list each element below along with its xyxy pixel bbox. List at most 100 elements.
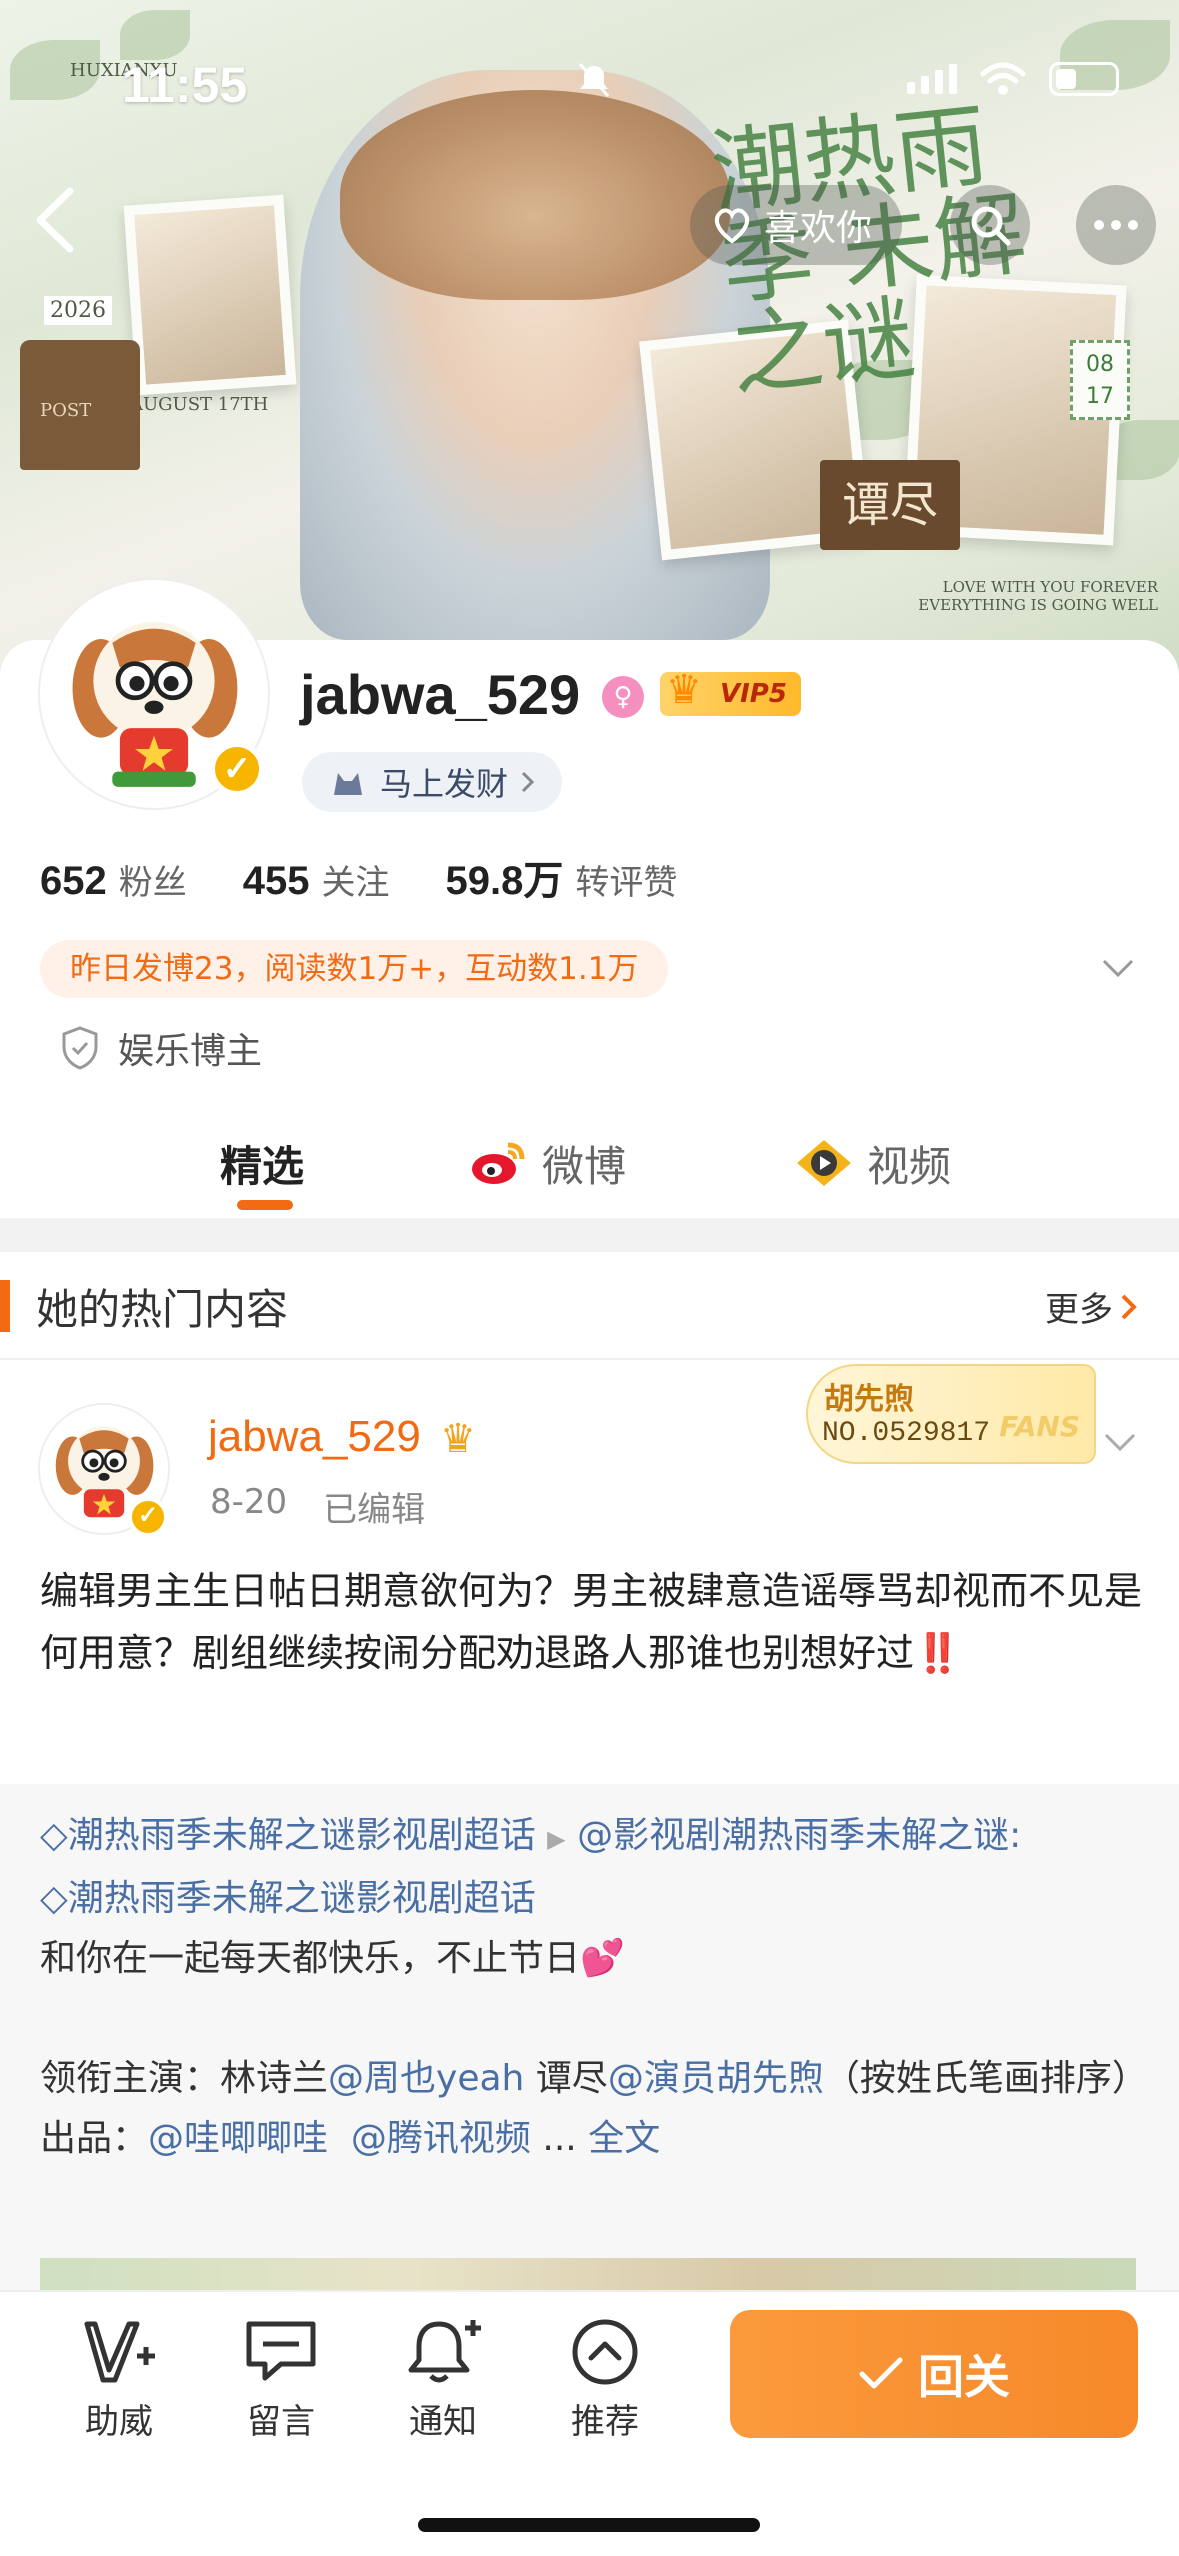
mention-colon: : [1009,1815,1022,1856]
verified-badge-icon: ✓ [210,742,264,796]
follow-back-button[interactable]: 回关 [730,2310,1138,2438]
wifi-icon [980,62,1026,95]
post-text: 编辑男主生日帖日期意欲何为？男主被肆意造谣辱骂却视而不见是何用意？剧组继续按闹分… [40,1569,1143,1675]
video-play-icon [797,1140,851,1186]
post-meta: 8-20 已编辑 [210,1482,425,1531]
battery-icon [1049,62,1119,96]
section-accent-bar [0,1280,10,1332]
cast-mid: 谭尽 [524,2058,608,2099]
super-topic-link[interactable]: 潮热雨季未解之谜影视剧超话 [68,1878,536,1919]
more-options-button[interactable] [1076,185,1156,265]
cat-icon [334,773,362,795]
ellipsis: ... [542,2118,577,2159]
mention-link[interactable]: @演员胡先煦 [608,2058,824,2099]
checkmark-icon [859,2357,903,2389]
active-tab-indicator [237,1200,293,1210]
stat-followers[interactable]: 652 粉丝 [40,855,187,904]
repost-block[interactable]: ◇潮热雨季未解之谜影视剧超话 ▶ @影视剧潮热雨季未解之谜: ◇潮热雨季未解之谜… [0,1784,1179,2294]
post-date: 8-20 [210,1482,288,1522]
post-edited: 已编辑 [323,1490,426,1530]
chevron-up-circle-icon [572,2319,638,2385]
super-topic-icon: ◇ [40,1815,68,1856]
double-exclamation-icon: ‼️ [914,1631,962,1675]
cover-date: AUGUST 17TH [130,394,269,415]
super-topic-link[interactable]: 潮热雨季未解之谜影视剧超话 [68,1815,536,1856]
ellipsis-icon [1094,220,1138,230]
yesterday-summary[interactable]: 昨日发博23，阅读数1万+，互动数1.1万 [40,940,669,998]
follow-back-label: 回关 [918,2350,1010,2404]
cover-year: 2026 [44,296,112,325]
comment-button[interactable]: 留言 [216,2316,346,2443]
tab-video[interactable]: 视频 [795,1110,951,1216]
post-menu-chevron-icon[interactable] [1100,1422,1140,1462]
back-arrow-icon [36,187,74,253]
profile-tag-label: 马上发财 [380,765,509,803]
hot-content-title: 她的热门内容 [36,1285,289,1334]
more-link[interactable]: 更多 [1045,1282,1139,1331]
mention-link[interactable]: @周也yeah [328,2058,524,2099]
full-text-link[interactable]: 全文 [588,2118,660,2159]
repost-line: 和你在一起每天都快乐，不止节日 [40,1938,581,1979]
cover-tagline: LOVE WITH YOU FOREVER EVERYTHING IS GOIN… [918,578,1158,614]
crown-badge-icon: ♛ [440,1416,476,1462]
verified-badge-icon: ✓ [128,1497,168,1537]
repost-body: ◇潮热雨季未解之谜影视剧超话 ▶ @影视剧潮热雨季未解之谜: ◇潮热雨季未解之谜… [40,1806,1150,2169]
like-you-button[interactable]: 喜欢你 [690,185,903,265]
chevron-right-icon [521,771,535,793]
mute-bell-icon [578,63,610,97]
tab-weibo[interactable]: 微博 [470,1110,626,1216]
cheer-button[interactable]: 助威 [54,2316,184,2443]
producer-prefix: 出品： [40,2118,149,2159]
postbox-illustration: POST [20,340,140,470]
fans-badge-mark: FANS [999,1410,1080,1443]
section-divider [0,1218,1179,1252]
chevron-right-icon [1121,1294,1137,1319]
heart-emoji-icon: 💕 [580,1938,625,1979]
status-time: 11:55 [122,57,248,113]
notify-button[interactable]: 通知 [378,2316,508,2443]
mention-link[interactable]: @哇唧唧哇 [148,2118,328,2159]
mention-link[interactable]: @影视剧潮热雨季未解之谜 [577,1815,1009,1856]
bell-plus-icon [408,2320,481,2383]
post-author-name[interactable]: jabwa_529 [208,1412,421,1462]
leaf-decoration [120,10,190,60]
role-badge: 谭尽 [820,460,960,550]
stat-interactions[interactable]: 59.8万 转评赞 [446,848,678,906]
signal-icon [907,64,957,94]
profile-stats: 652 粉丝 455 关注 59.8万 转评赞 [40,848,677,906]
category-label: 娱乐博主 [118,1031,263,1072]
date-stamp: 08 17 [1070,340,1130,420]
cast-suffix: （按姓氏笔画排序） [823,2058,1148,2099]
fans-badge-name: 胡先煦 [824,1382,914,1417]
weibo-logo-icon [472,1142,525,1184]
fans-badge-card[interactable]: 胡先煦 NO.0529817 FANS [806,1364,1096,1464]
vip-badge[interactable]: ♛ VIP5 [660,668,801,716]
chat-icon [246,2321,316,2381]
back-button[interactable] [30,185,90,265]
mention-link[interactable]: @腾讯视频 [351,2118,531,2159]
category-row: 娱乐博主 [60,1022,262,1074]
stat-following[interactable]: 455 关注 [243,855,390,904]
profile-tag-button[interactable]: 马上发财 [302,752,563,812]
expand-chevron-icon[interactable] [1098,948,1138,988]
search-button[interactable] [950,185,1030,265]
profile-tabs: 精选 微博 视频 [0,1110,1179,1216]
arrow-right-icon: ▶ [547,1825,566,1853]
like-you-label: 喜欢你 [764,208,873,249]
hot-content-header: 她的热门内容 更多 [0,1252,1179,1360]
status-icons [578,62,1119,97]
shield-check-icon [62,1026,98,1070]
v-plus-icon [84,2321,155,2383]
fans-badge-number: NO.0529817 [822,1418,991,1449]
profile-username: jabwa_529 [300,663,581,726]
recommend-button[interactable]: 推荐 [540,2316,670,2443]
super-topic-icon: ◇ [40,1878,68,1919]
crown-icon: ♛ [666,667,702,713]
bottom-action-bar: 助威 留言 通知 推荐 回关 [0,2290,1179,2556]
female-gender-icon: ♀ [602,676,644,718]
search-icon [971,206,1011,246]
heart-hand-icon [714,208,750,244]
home-indicator [418,2518,760,2532]
cover-photo-small [123,194,297,396]
cast-prefix: 领衔主演：林诗兰 [40,2058,329,2099]
